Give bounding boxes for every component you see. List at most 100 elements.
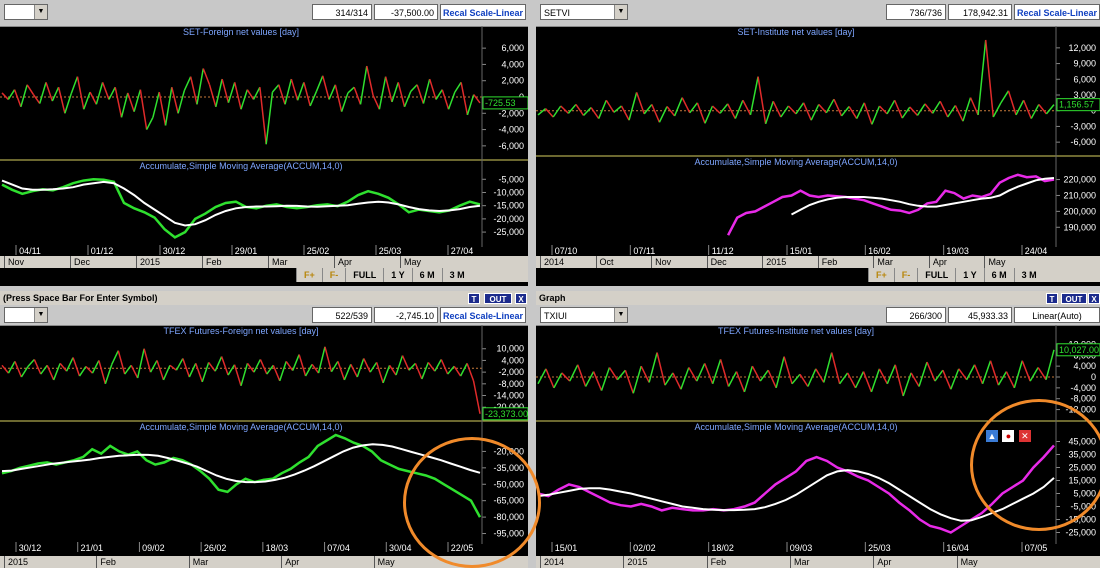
chart-panel-tfex-foreign: (Press Space Bar For Enter Symbol) T OUT… [0,291,528,568]
net-value-segment [298,354,307,377]
y-tick-label: 2,000 [501,76,524,86]
symbol-combo[interactable]: TXIUI ▼ [540,307,628,323]
zoom-in-button[interactable]: F+ [868,268,894,282]
net-value-segment [651,104,661,123]
y-tick-label: -65,000 [493,496,524,506]
chevron-down-icon[interactable]: ▼ [614,5,627,19]
net-value-segment [72,357,81,377]
chevron-down-icon[interactable]: ▼ [614,308,627,322]
scale-button[interactable]: Recal Scale-Linear [440,307,526,323]
month-label: 2014 [540,556,564,568]
subchart-title: TFEX Futures-Institute net values [day] [718,326,874,336]
net-value-segment [285,360,294,372]
net-value-segment [291,354,300,371]
net-value-segment [839,372,849,385]
net-value-segment [560,105,569,114]
net-value-segment [85,365,93,374]
net-value-segment [46,365,55,381]
t-button[interactable]: T [1046,293,1058,304]
net-value-segment [815,368,825,383]
net-value-segment [366,65,374,96]
net-value-segment [664,372,674,386]
net-value-segment [846,372,857,389]
out-button[interactable]: OUT [1061,293,1087,304]
scale-button[interactable]: Recal Scale-Linear [1014,4,1100,20]
vertical-splitter[interactable] [528,0,536,568]
chart-area: SET-Foreign net values [day] 6,000 4,000 2,… [0,26,528,256]
x-date-label: 04/11 [19,246,41,256]
chart-area: TFEX Futures-Foreign net values [day] 10,… [0,325,528,553]
net-value-segment [997,371,1008,386]
net-value-segment [712,105,721,114]
net-value-segment [32,94,41,104]
month-label: Mar [188,556,208,568]
net-value-segment [810,104,820,121]
net-value-segment [791,373,801,385]
symbol-text: TXIUI [544,311,568,321]
symbol-combo[interactable]: SETVI ▼ [540,4,628,20]
symbol-text: SETVI [544,8,571,18]
net-value-segment [727,371,738,387]
chevron-down-icon[interactable]: ▼ [34,308,47,322]
net-value-segment [608,367,619,381]
window-title: Graph [539,293,566,303]
y-tick-label: -95,000 [493,529,524,539]
last-value-label: 10,027.00 [1059,345,1099,355]
delete-icon[interactable]: ✕ [1018,430,1031,442]
month-label: Feb [706,556,726,568]
close-icon[interactable]: X [1088,293,1100,304]
net-value-segment [545,368,555,389]
net-value-segment [969,97,979,116]
zoom-out-button[interactable]: F- [321,268,346,282]
x-date-label: 26/02 [204,543,227,553]
net-value-segment [934,369,944,382]
symbol-combo[interactable]: ▼ [4,4,48,20]
subchart-title: SET-Foreign net values [day] [183,27,299,37]
zoom-out-button[interactable]: F- [893,268,918,282]
month-label: Apr [928,256,947,268]
net-value-segment [40,364,48,375]
net-value-segment [252,86,261,100]
x-date-label: 30/04 [389,543,412,553]
net-value-segment [918,361,928,387]
three-month-button[interactable]: 3 M [1013,268,1044,282]
chart-area: SET-Institute net values [day] 12,000 9,00… [536,26,1100,256]
arrow-up-icon[interactable]: ▲ [986,430,998,442]
net-value-segment [901,106,911,119]
y-tick-label: -20,000 [493,446,524,456]
six-month-button[interactable]: 6 M [983,268,1014,282]
net-value-segment [240,89,249,110]
scale-button[interactable]: Linear(Auto) [1014,307,1100,323]
pin-icon[interactable]: ● [1002,430,1015,442]
zoom-in-button[interactable]: F+ [296,268,322,282]
net-value-segment [337,361,346,381]
full-range-button[interactable]: FULL [345,268,383,282]
net-value-segment [719,359,730,387]
net-value-segment [862,371,873,393]
month-label: Apr [334,256,352,268]
out-button[interactable]: OUT [484,293,512,304]
net-value-segment [672,372,682,390]
close-icon[interactable]: X [515,293,527,304]
x-date-label: 15/01 [790,246,813,256]
one-year-button[interactable]: 1 Y [383,268,411,282]
t-button[interactable]: T [468,293,480,304]
net-value-segment [696,363,706,382]
net-value-segment [582,107,592,116]
three-month-button[interactable]: 3 M [441,268,472,282]
one-year-button[interactable]: 1 Y [955,268,983,282]
x-date-label: 21/01 [80,543,103,553]
net-value-segment [76,76,85,110]
net-value-segment [356,358,365,378]
month-label: 2015 [623,556,647,568]
y-tick-label: 4,000 [501,355,524,365]
six-month-button[interactable]: 6 M [411,268,442,282]
x-date-label: 30/12 [19,543,42,553]
month-axis: 2015 Feb Mar Apr May [0,556,528,568]
panel-header: ▼ 314/314 -37,500.00 Recal Scale-Linear [0,0,528,27]
chevron-down-icon[interactable]: ▼ [34,5,47,19]
symbol-combo[interactable]: ▼ [4,307,48,323]
scale-button[interactable]: Recal Scale-Linear [440,4,526,20]
full-range-button[interactable]: FULL [917,268,955,282]
net-value-segment [304,363,313,377]
